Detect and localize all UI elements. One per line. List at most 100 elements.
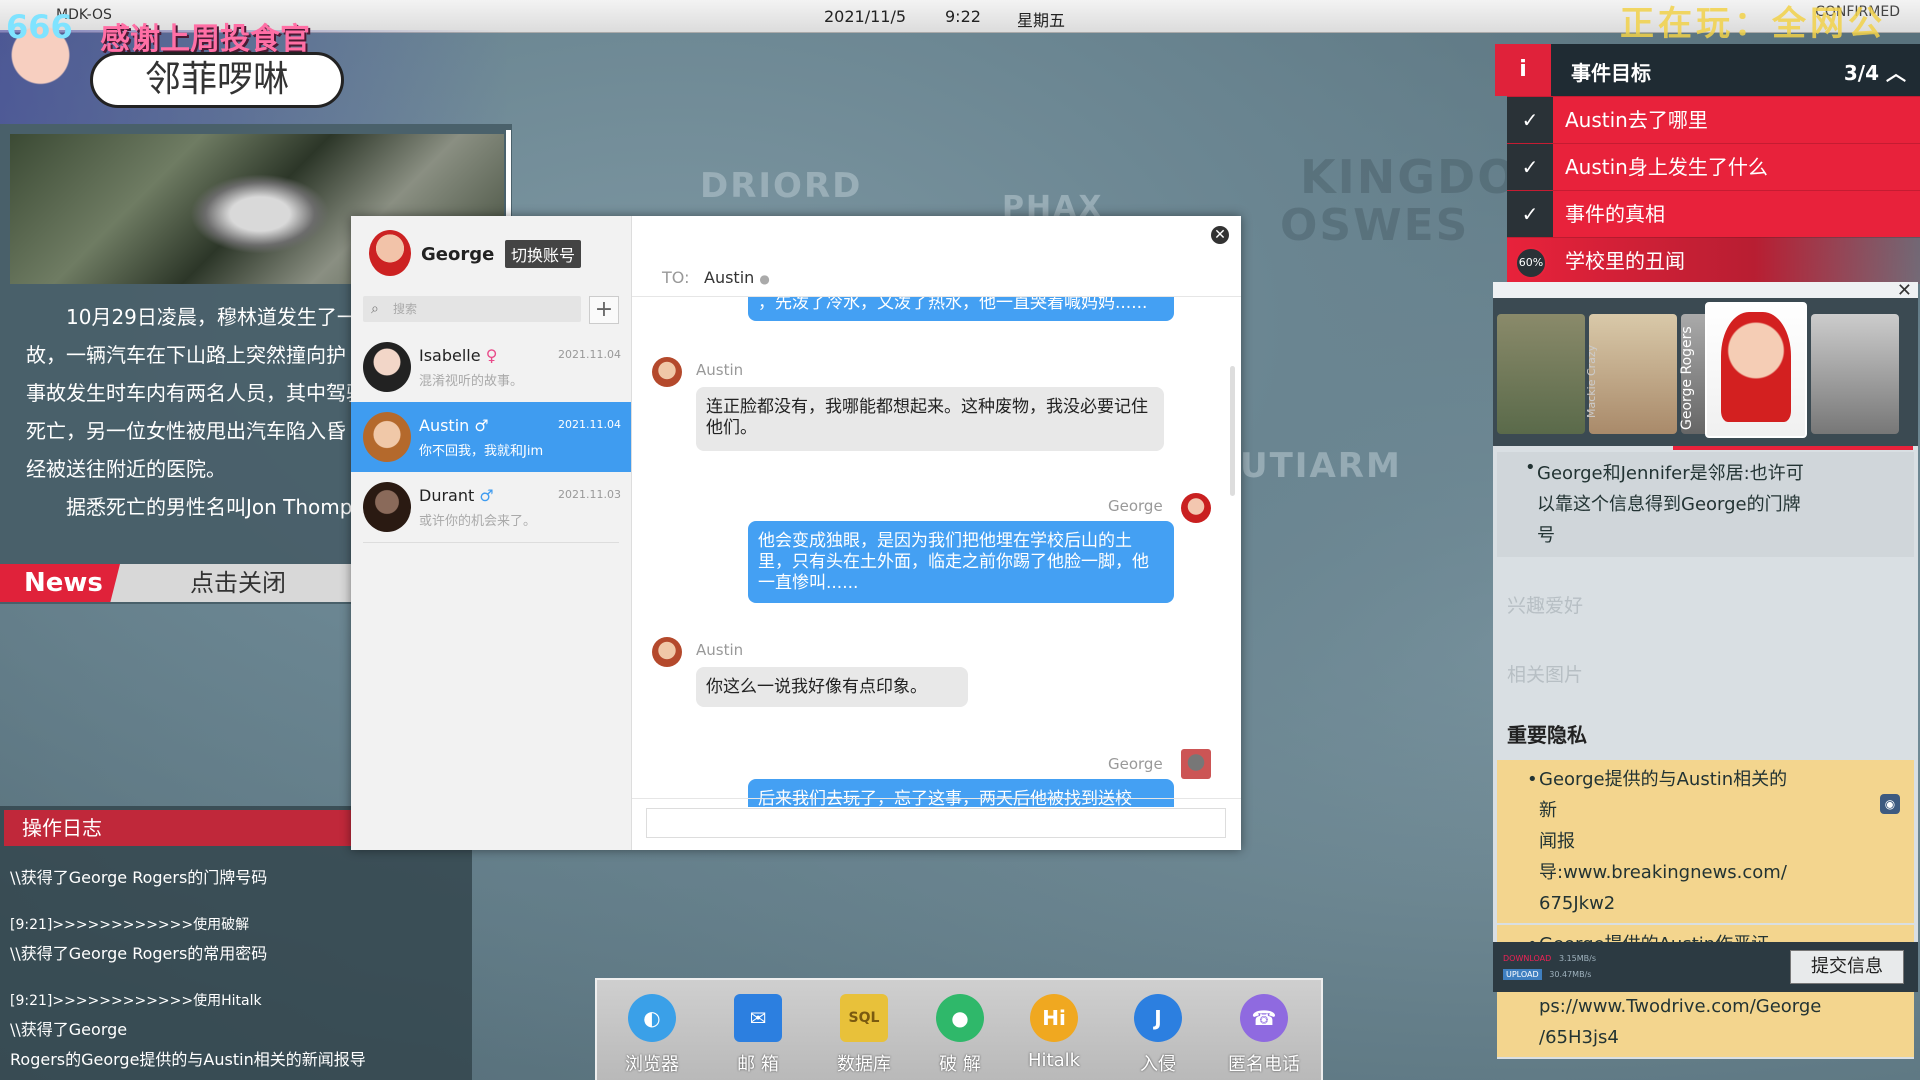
message-bubble-sent: ，先泼了冷水，又泼了热水，他一直哭着喊妈妈...... — [748, 297, 1174, 321]
dock-crack[interactable]: ● 破 解 — [915, 994, 1005, 1076]
log-line: [9:21]>>>>>>>>>>>>使用破解 — [10, 917, 250, 933]
avatar — [1721, 312, 1791, 422]
hobbies-heading[interactable]: 兴趣爱好 — [1493, 577, 1918, 632]
message-input[interactable] — [646, 808, 1226, 838]
upload-text: UPLOAD — [1503, 969, 1542, 980]
checkmark-icon: ✓ — [1507, 191, 1553, 237]
objectives-panel: i 事件目标 3/4 ︿ ✓ Austin去了哪里 ✓ Austin身上发生了什… — [1495, 44, 1920, 284]
add-contact-button[interactable]: + — [589, 296, 619, 324]
message-list: ，先泼了冷水，又泼了热水，他一直哭着喊妈妈...... Austin 连正脸都没… — [632, 297, 1241, 807]
conversation-pane: ✕ TO: Austin ● ，先泼了冷水，又泼了热水，他一直哭着喊妈妈....… — [632, 216, 1241, 850]
dock-hitalk[interactable]: Hi Hitalk — [1009, 994, 1099, 1071]
dock-mail[interactable]: ✉ 邮 箱 — [713, 994, 803, 1076]
crack-icon: ● — [936, 994, 984, 1042]
dock-database[interactable]: SQL 数据库 — [819, 994, 909, 1076]
objective-item[interactable]: 60% 学校里的丑闻 — [1507, 237, 1920, 284]
info-line: George和Jennifer是邻居:也许可 — [1537, 463, 1804, 484]
dock-anonymous-call[interactable]: ☎ 匿名电话 — [1219, 994, 1309, 1076]
avatar — [1181, 493, 1211, 523]
dock-label: Hitalk — [1027, 1050, 1081, 1071]
pictures-heading[interactable]: 相关图片 — [1493, 646, 1918, 701]
weekday: 星期五 — [1017, 11, 1066, 30]
divider — [363, 542, 619, 543]
dock-label: 匿名电话 — [1228, 1054, 1300, 1075]
close-icon[interactable]: ✕ — [1211, 226, 1229, 244]
to-label: TO: — [662, 268, 690, 287]
avatar — [1181, 749, 1211, 779]
download-speed: 3.15MB/s — [1558, 954, 1597, 963]
contact-last-message: 混淆视听的故事。 — [419, 374, 524, 389]
contact-item-active[interactable]: Austin ♂ 2021.11.04 你不回我，我就和Jim — [351, 402, 631, 472]
objective-label: Austin身上发生了什么 — [1565, 155, 1768, 179]
overlay-666: 666 — [6, 8, 73, 46]
map-label: KINGDO — [1300, 150, 1519, 204]
female-icon: ♀ — [485, 346, 498, 365]
objectives-title: 事件目标 — [1571, 61, 1651, 85]
car-wreck-image — [190, 174, 330, 254]
card-name: Mackie Crazy — [1585, 344, 1598, 418]
dock-intrusion[interactable]: J 入侵 — [1113, 994, 1203, 1076]
hitalk-chat-window: George 切换账号 ⌕ 搜索 + Isabelle ♀ 2021.11.04… — [351, 216, 1241, 850]
message-sender: Austin — [696, 361, 744, 379]
lock-icon[interactable]: ◉ — [1880, 794, 1900, 814]
message-scrollbar[interactable] — [1230, 366, 1235, 496]
map-label: DRIORD — [700, 166, 863, 206]
chevron-up-icon[interactable]: ︿ — [1886, 61, 1906, 85]
dock-label: 入侵 — [1140, 1054, 1176, 1075]
download-text: DOWNLOAD — [1503, 954, 1552, 963]
privacy-item[interactable]: • George提供的与Austin相关的新 闻报导:www.breakingn… — [1497, 760, 1914, 925]
avatar — [363, 482, 411, 532]
privacy-heading: 重要隐私 — [1507, 723, 1587, 747]
objectives-count-value: 3/4 — [1843, 61, 1880, 85]
character-card[interactable] — [1497, 314, 1585, 434]
contact-sidebar: George 切换账号 ⌕ 搜索 + Isabelle ♀ 2021.11.04… — [351, 216, 632, 850]
objective-item[interactable]: ✓ 事件的真相 — [1507, 190, 1920, 237]
avatar — [652, 637, 682, 667]
log-line: [9:21]>>>>>>>>>>>>使用Hitalk — [10, 993, 262, 1009]
switch-account-button[interactable]: 切换账号 — [505, 240, 582, 268]
card-selection-bar — [1673, 446, 1913, 450]
overlay-name: 邻菲啰啉 — [90, 52, 344, 108]
privacy-line: /65H3js4 — [1539, 1027, 1619, 1048]
info-icon: i — [1495, 44, 1551, 96]
dock-label: 邮 箱 — [737, 1054, 779, 1075]
contact-name-text: Durant — [419, 486, 475, 505]
character-card-selected[interactable] — [1705, 302, 1807, 438]
avatar — [363, 342, 411, 392]
objectives-count: 3/4 ︿ — [1844, 57, 1906, 86]
contact-date: 2021.11.03 — [558, 488, 621, 501]
submit-info-button[interactable]: 提交信息 — [1790, 950, 1904, 984]
search-placeholder: 搜索 — [393, 302, 418, 316]
upload-speed: 30.47MB/s — [1549, 970, 1592, 979]
search-icon: ⌕ — [371, 301, 379, 317]
contact-item[interactable]: Isabelle ♀ 2021.11.04 混淆视听的故事。 — [351, 332, 631, 402]
contact-last-message: 你不回我，我就和Jim — [419, 444, 544, 459]
log-line: Rogers的George提供的与Austin相关的新闻报导 — [10, 1050, 366, 1069]
hook-icon: J — [1134, 994, 1182, 1042]
news-tag: News — [0, 564, 120, 602]
objective-item[interactable]: ✓ Austin去了哪里 — [1507, 96, 1920, 143]
character-cards: Mackie Crazy George Rogers — [1493, 298, 1918, 446]
progress-ring: 60% — [1515, 247, 1547, 279]
objectives-header[interactable]: i 事件目标 3/4 ︿ — [1495, 44, 1920, 96]
contact-item[interactable]: Durant ♂ 2021.11.03 或许你的机会来了。 — [351, 472, 631, 542]
map-label: OSWES — [1280, 200, 1470, 251]
character-card[interactable] — [1589, 314, 1677, 434]
profile-footer: DOWNLOAD 3.15MB/s UPLOAD 30.47MB/s 提交信息 — [1493, 942, 1918, 992]
objective-item[interactable]: ✓ Austin身上发生了什么 — [1507, 143, 1920, 190]
database-icon: SQL — [840, 994, 888, 1042]
log-line: \\获得了George Rogers的门牌号码 — [10, 868, 268, 887]
contact-name: Austin ♂ — [419, 416, 489, 435]
account-name: George — [421, 244, 495, 265]
dock-browser[interactable]: ◐ 浏览器 — [607, 994, 697, 1076]
contact-search-input[interactable]: ⌕ 搜索 — [363, 296, 581, 322]
message-sender: Austin — [696, 641, 744, 659]
message-sender: George — [1108, 755, 1163, 773]
log-line: \\获得了George — [10, 1020, 128, 1039]
news-close-button[interactable]: 点击关闭 — [190, 564, 286, 602]
status-dot-icon: ● — [759, 272, 770, 286]
avatar — [369, 230, 411, 276]
avatar — [363, 412, 411, 462]
character-card[interactable] — [1811, 314, 1899, 434]
clock: 9:22 — [945, 7, 981, 26]
